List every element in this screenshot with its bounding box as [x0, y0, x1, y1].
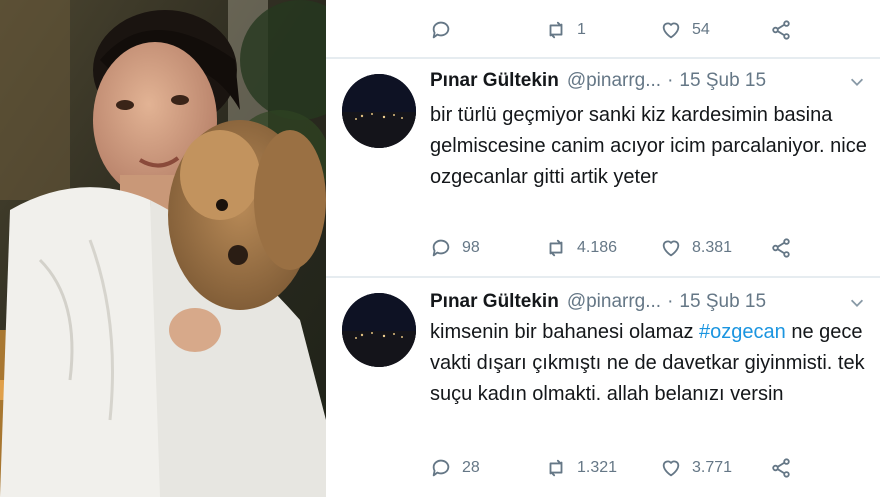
reply-icon: [432, 459, 450, 477]
display-name[interactable]: Pınar Gültekin: [430, 70, 559, 92]
like-count: 54: [692, 21, 710, 38]
reply-count: 28: [462, 459, 480, 476]
tweet-text: bir türlü geçmiyor sanki kiz kardesimin …: [430, 104, 867, 188]
reply-action[interactable]: 28: [430, 453, 480, 483]
retweet-icon: [549, 459, 563, 477]
avatar[interactable]: [342, 74, 416, 148]
like-count: 3.771: [692, 459, 733, 476]
share-icon: [772, 238, 790, 258]
tweet-header: Pınar Gültekin @pinarrg... · 15 Şub 15: [430, 287, 870, 317]
chevron-down-icon[interactable]: [848, 73, 866, 91]
tweet-actions: 28 1.321 3.771: [430, 453, 840, 483]
share-icon: [772, 458, 790, 478]
night-city-avatar-image: [342, 293, 416, 367]
like-count: 8.381: [692, 239, 733, 256]
reply-action[interactable]: [430, 15, 462, 45]
reply-icon: [432, 21, 450, 39]
reply-action[interactable]: 98: [430, 233, 480, 263]
tweet-text: kimsenin bir bahanesi olamaz #ozgecan ne…: [430, 317, 870, 410]
username[interactable]: @pinarrg...: [567, 291, 661, 313]
retweet-action[interactable]: 1.321: [545, 453, 617, 483]
separator-dot: ·: [667, 291, 674, 312]
tweet-2[interactable]: Pınar Gültekin @pinarrg... · 15 Şub 15 k…: [326, 287, 880, 497]
retweet-icon: [549, 239, 563, 257]
separator-dot: ·: [667, 70, 674, 91]
retweet-count: 1.321: [577, 459, 618, 476]
tweet-text-part: kimsenin bir bahanesi olamaz: [430, 321, 700, 343]
tweet-divider: [326, 276, 880, 278]
heart-icon: [662, 22, 680, 39]
username[interactable]: @pinarrg...: [567, 70, 661, 92]
heart-icon: [662, 240, 680, 257]
share-action[interactable]: [770, 453, 792, 483]
tweet-header: Pınar Gültekin @pinarrg... · 15 Şub 15: [430, 66, 870, 96]
like-action[interactable]: 3.771: [660, 453, 732, 483]
retweet-action[interactable]: 4.186: [545, 233, 617, 263]
like-action[interactable]: 8.381: [660, 233, 732, 263]
night-city-avatar-image: [342, 74, 416, 148]
like-action[interactable]: 54: [660, 15, 710, 45]
share-action[interactable]: [770, 233, 792, 263]
share-icon: [772, 20, 790, 40]
reply-count: 98: [462, 239, 480, 256]
retweet-count: 1: [577, 21, 586, 38]
profile-photo: [0, 0, 326, 497]
retweet-icon: [549, 21, 563, 39]
share-action[interactable]: [770, 15, 792, 45]
tweet-date[interactable]: 15 Şub 15: [679, 70, 766, 92]
retweet-count: 4.186: [577, 239, 618, 256]
hashtag-link[interactable]: #ozgecan: [699, 321, 786, 343]
chevron-down-icon[interactable]: [848, 294, 866, 312]
tweet-divider: [326, 57, 880, 59]
top-tweet-actions: 1 54: [430, 15, 840, 45]
reply-icon: [432, 239, 450, 257]
heart-icon: [662, 460, 680, 477]
tweet-actions: 98 4.186 8.381: [430, 233, 840, 263]
tweet-1[interactable]: Pınar Gültekin @pinarrg... · 15 Şub 15 b…: [326, 66, 880, 276]
woman-with-dog-photo: [0, 0, 326, 497]
tweet-feed: 1 54 Pınar Gültekin @pinarrg... · 15 Şub…: [326, 0, 880, 497]
avatar[interactable]: [342, 293, 416, 367]
tweet-date[interactable]: 15 Şub 15: [679, 291, 766, 313]
retweet-action[interactable]: 1: [545, 15, 586, 45]
display-name[interactable]: Pınar Gültekin: [430, 291, 559, 313]
